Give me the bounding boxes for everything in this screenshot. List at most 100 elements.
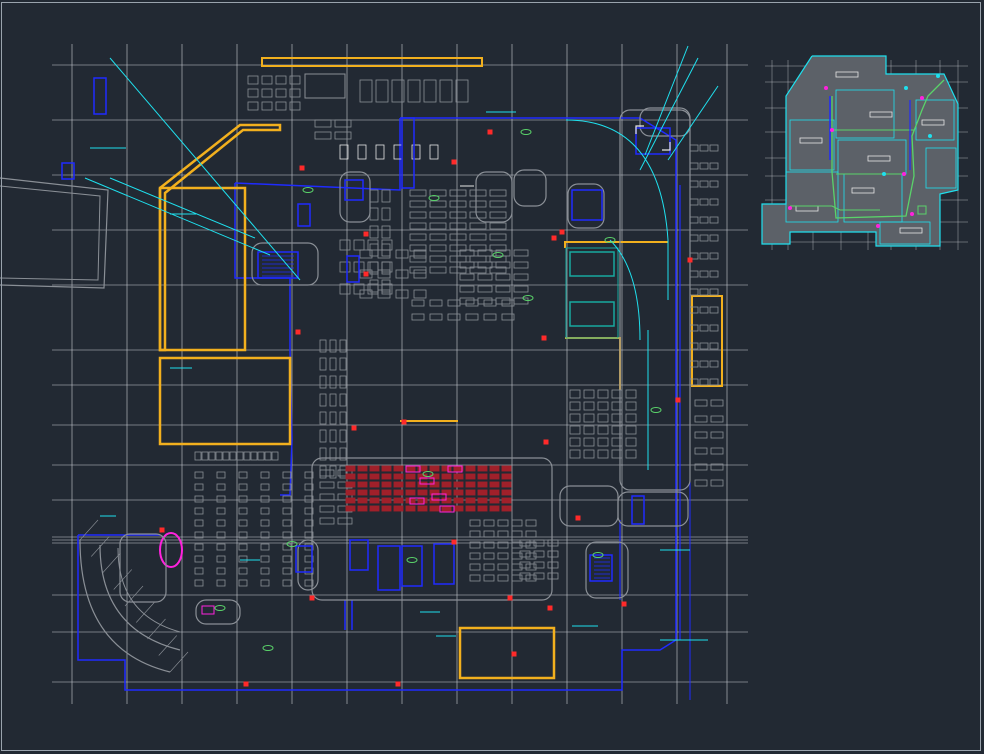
- equipment-block: [449, 255, 467, 263]
- seat-block: [393, 489, 404, 496]
- seat-block: [441, 465, 452, 472]
- equipment-block: [260, 579, 270, 587]
- equipment-block: [222, 451, 230, 461]
- equipment-block: [469, 200, 487, 208]
- rounded-room: [559, 485, 619, 527]
- equipment-block: [459, 285, 475, 293]
- equipment-block: [525, 574, 537, 582]
- ramp-curve: [117, 547, 181, 633]
- equipment-block: [369, 207, 379, 221]
- equipment-block: [216, 519, 226, 527]
- equipment-block: [689, 198, 699, 206]
- equipment-block: [357, 144, 367, 160]
- equipment-block: [247, 101, 259, 111]
- equipment-block: [381, 189, 391, 203]
- red-marker: [363, 271, 369, 277]
- equipment-block: [275, 88, 287, 98]
- green-symbol: [520, 129, 532, 135]
- equipment-block: [495, 285, 511, 293]
- equipment-block: [497, 563, 509, 571]
- equipment-block: [469, 519, 481, 527]
- equipment-block: [243, 451, 251, 461]
- cyan-leader: [84, 177, 271, 256]
- equipment-block: [429, 144, 439, 160]
- equipment-block: [699, 180, 709, 188]
- equipment-block: [429, 299, 443, 307]
- equipment-block: [314, 119, 332, 128]
- equipment-block: [699, 360, 709, 368]
- ramp-tick: [169, 651, 189, 673]
- equipment-block: [625, 413, 637, 423]
- equipment-block: [699, 252, 709, 260]
- equipment-block: [319, 493, 335, 501]
- equipment-block: [597, 449, 609, 459]
- seat-block: [405, 465, 416, 472]
- red-marker: [395, 681, 401, 687]
- equipment-block: [319, 481, 335, 489]
- seat-block: [357, 497, 368, 504]
- equipment-block: [569, 389, 581, 399]
- red-marker: [621, 601, 627, 607]
- seat-block: [453, 473, 464, 480]
- green-symbol: [492, 252, 504, 258]
- equipment-block: [282, 495, 292, 503]
- equipment-block: [525, 552, 537, 560]
- seat-block: [501, 489, 512, 496]
- equipment-block: [489, 189, 507, 197]
- equipment-block: [194, 471, 204, 479]
- equipment-block: [314, 131, 332, 140]
- equipment-block: [519, 550, 531, 558]
- equipment-block: [409, 189, 427, 197]
- equipment-block: [367, 261, 379, 273]
- seat-block: [369, 497, 380, 504]
- equipment-block: [569, 425, 581, 435]
- equipment-block: [709, 360, 719, 368]
- equipment-block: [381, 283, 393, 295]
- equipment-block: [597, 413, 609, 423]
- red-marker: [401, 419, 407, 425]
- equipment-block: [465, 299, 479, 307]
- seat-block: [357, 489, 368, 496]
- equipment-block: [709, 378, 719, 386]
- equipment-block: [194, 555, 204, 563]
- blue-equipment: [571, 189, 603, 221]
- equipment-block: [709, 198, 719, 206]
- teal-room: [569, 301, 615, 327]
- seat-block: [453, 497, 464, 504]
- equipment-block: [597, 401, 609, 411]
- equipment-block: [375, 79, 389, 103]
- equipment-block: [483, 552, 495, 560]
- equipment-block: [477, 297, 493, 305]
- equipment-block: [260, 567, 270, 575]
- equipment-block: [625, 437, 637, 447]
- equipment-block: [569, 401, 581, 411]
- equipment-block: [709, 216, 719, 224]
- seat-block: [369, 465, 380, 472]
- equipment-block: [709, 252, 719, 260]
- seat-block: [357, 505, 368, 512]
- rounded-room: [617, 491, 689, 527]
- equipment-block: [260, 519, 270, 527]
- rounded-room: [297, 539, 319, 591]
- equipment-block: [238, 483, 248, 491]
- cad-viewport[interactable]: [0, 0, 984, 754]
- equipment-block: [495, 297, 511, 305]
- equipment-block: [194, 567, 204, 575]
- red-marker: [309, 595, 315, 601]
- equipment-block: [547, 572, 559, 580]
- seat-block: [357, 465, 368, 472]
- equipment-block: [483, 563, 495, 571]
- equipment-block: [260, 507, 270, 515]
- seat-block: [429, 505, 440, 512]
- keyplan-node: [928, 134, 932, 138]
- equipment-block: [194, 519, 204, 527]
- equipment-block: [353, 239, 365, 251]
- equipment-block: [429, 200, 447, 208]
- equipment-block: [411, 313, 425, 321]
- yellow-room: [158, 356, 292, 446]
- equipment-block: [709, 324, 719, 332]
- equipment-block: [699, 198, 709, 206]
- seat-block: [465, 473, 476, 480]
- seat-block: [453, 489, 464, 496]
- drawing-canvas[interactable]: [0, 0, 984, 754]
